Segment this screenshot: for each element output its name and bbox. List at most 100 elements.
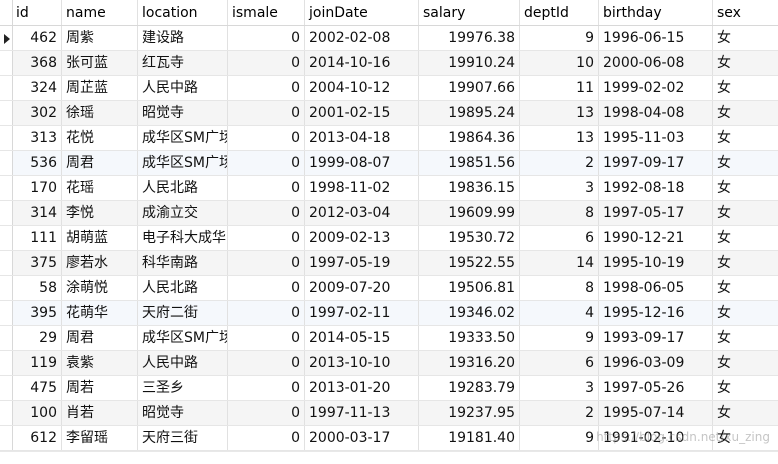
cell-salary[interactable]: 19907.66 [419,76,520,100]
cell-id[interactable]: 475 [13,376,62,400]
table-row[interactable]: 58 涂萌悦 人民北路 0 2009-07-20 19506.81 8 1998-06-05 女 [0,276,778,301]
cell-name[interactable]: 廖若水 [62,251,138,275]
cell-id[interactable]: 111 [13,226,62,250]
cell-salary[interactable]: 19609.99 [419,201,520,225]
cell-sex[interactable]: 女 [713,26,778,50]
cell-salary[interactable]: 19976.38 [419,26,520,50]
cell-joindate[interactable]: 2014-10-16 [305,51,419,75]
cell-deptid[interactable]: 6 [520,226,599,250]
column-header-name[interactable]: name [62,0,138,25]
cell-deptid[interactable]: 2 [520,401,599,425]
cell-name[interactable]: 肖若 [62,401,138,425]
cell-location[interactable]: 人民中路 [138,76,228,100]
column-header-birthday[interactable]: birthday [599,0,713,25]
cell-location[interactable]: 电子科大成华 [138,226,228,250]
cell-id[interactable]: 375 [13,251,62,275]
cell-deptid[interactable]: 13 [520,126,599,150]
cell-deptid[interactable]: 13 [520,101,599,125]
cell-ismale[interactable]: 0 [228,176,305,200]
cell-birthday[interactable]: 1995-12-16 [599,301,713,325]
cell-id[interactable]: 58 [13,276,62,300]
cell-salary[interactable]: 19522.55 [419,251,520,275]
cell-joindate[interactable]: 1997-02-11 [305,301,419,325]
table-row[interactable]: 302 徐瑶 昭觉寺 0 2001-02-15 19895.24 13 1998-04-08 女 [0,101,778,126]
cell-deptid[interactable]: 4 [520,301,599,325]
cell-name[interactable]: 徐瑶 [62,101,138,125]
cell-salary[interactable]: 19346.02 [419,301,520,325]
cell-sex[interactable]: 女 [713,151,778,175]
table-row[interactable]: 375 廖若水 科华南路 0 1997-05-19 19522.55 14 1995-10-1… [0,251,778,276]
cell-ismale[interactable]: 0 [228,26,305,50]
cell-name[interactable]: 张可蓝 [62,51,138,75]
row-indicator[interactable] [0,401,13,425]
cell-sex[interactable]: 女 [713,376,778,400]
table-row[interactable]: 395 花萌华 天府二街 0 1997-02-11 19346.02 4 1995-12-16… [0,301,778,326]
table-row[interactable]: 536 周君 成华区SM广场 0 1999-08-07 19851.56 2 1997-09-… [0,151,778,176]
cell-sex[interactable]: 女 [713,351,778,375]
cell-birthday[interactable]: 1996-06-15 [599,26,713,50]
cell-birthday[interactable]: 1995-07-14 [599,401,713,425]
cell-name[interactable]: 袁紫 [62,351,138,375]
cell-birthday[interactable]: 1992-08-18 [599,176,713,200]
table-row[interactable]: 314 李悦 成渝立交 0 2012-03-04 19609.99 8 1997-05-17 女 [0,201,778,226]
cell-salary[interactable]: 19895.24 [419,101,520,125]
cell-location[interactable]: 人民北路 [138,276,228,300]
cell-name[interactable]: 周若 [62,376,138,400]
cell-salary[interactable]: 19237.95 [419,401,520,425]
cell-name[interactable]: 周君 [62,151,138,175]
column-header-salary[interactable]: salary [419,0,520,25]
cell-birthday[interactable]: 1995-10-19 [599,251,713,275]
cell-sex[interactable]: 女 [713,276,778,300]
cell-sex[interactable]: 女 [713,126,778,150]
cell-sex[interactable]: 女 [713,101,778,125]
cell-ismale[interactable]: 0 [228,426,305,450]
cell-sex[interactable]: 女 [713,401,778,425]
cell-sex[interactable]: 女 [713,176,778,200]
cell-birthday[interactable]: 1999-02-02 [599,76,713,100]
cell-id[interactable]: 395 [13,301,62,325]
cell-joindate[interactable]: 1998-11-02 [305,176,419,200]
cell-id[interactable]: 536 [13,151,62,175]
cell-deptid[interactable]: 2 [520,151,599,175]
cell-location[interactable]: 天府二街 [138,301,228,325]
cell-location[interactable]: 三圣乡 [138,376,228,400]
cell-joindate[interactable]: 2001-02-15 [305,101,419,125]
cell-salary[interactable]: 19283.79 [419,376,520,400]
cell-ismale[interactable]: 0 [228,401,305,425]
cell-name[interactable]: 胡萌蓝 [62,226,138,250]
cell-deptid[interactable]: 3 [520,376,599,400]
cell-location[interactable]: 红瓦寺 [138,51,228,75]
cell-ismale[interactable]: 0 [228,226,305,250]
cell-joindate[interactable]: 2013-04-18 [305,126,419,150]
cell-id[interactable]: 302 [13,101,62,125]
cell-location[interactable]: 成华区SM广场 [138,326,228,350]
row-indicator[interactable] [0,276,13,300]
cell-location[interactable]: 成华区SM广场 [138,151,228,175]
cell-id[interactable]: 462 [13,26,62,50]
cell-joindate[interactable]: 2009-07-20 [305,276,419,300]
cell-id[interactable]: 314 [13,201,62,225]
cell-birthday[interactable]: 1997-05-17 [599,201,713,225]
column-header-ismale[interactable]: ismale [228,0,305,25]
cell-location[interactable]: 人民中路 [138,351,228,375]
cell-location[interactable]: 科华南路 [138,251,228,275]
cell-joindate[interactable]: 2009-02-13 [305,226,419,250]
column-header-deptid[interactable]: deptId [520,0,599,25]
cell-location[interactable]: 昭觉寺 [138,401,228,425]
cell-salary[interactable]: 19181.40 [419,426,520,450]
cell-sex[interactable]: 女 [713,251,778,275]
cell-salary[interactable]: 19910.24 [419,51,520,75]
cell-salary[interactable]: 19506.81 [419,276,520,300]
row-indicator[interactable] [0,151,13,175]
cell-ismale[interactable]: 0 [228,151,305,175]
cell-joindate[interactable]: 2000-03-17 [305,426,419,450]
cell-sex[interactable]: 女 [713,301,778,325]
row-indicator[interactable] [0,201,13,225]
cell-birthday[interactable]: 1998-04-08 [599,101,713,125]
column-header-sex[interactable]: sex [713,0,778,25]
cell-deptid[interactable]: 6 [520,351,599,375]
cell-ismale[interactable]: 0 [228,301,305,325]
cell-deptid[interactable]: 9 [520,326,599,350]
row-indicator[interactable] [0,326,13,350]
cell-ismale[interactable]: 0 [228,326,305,350]
